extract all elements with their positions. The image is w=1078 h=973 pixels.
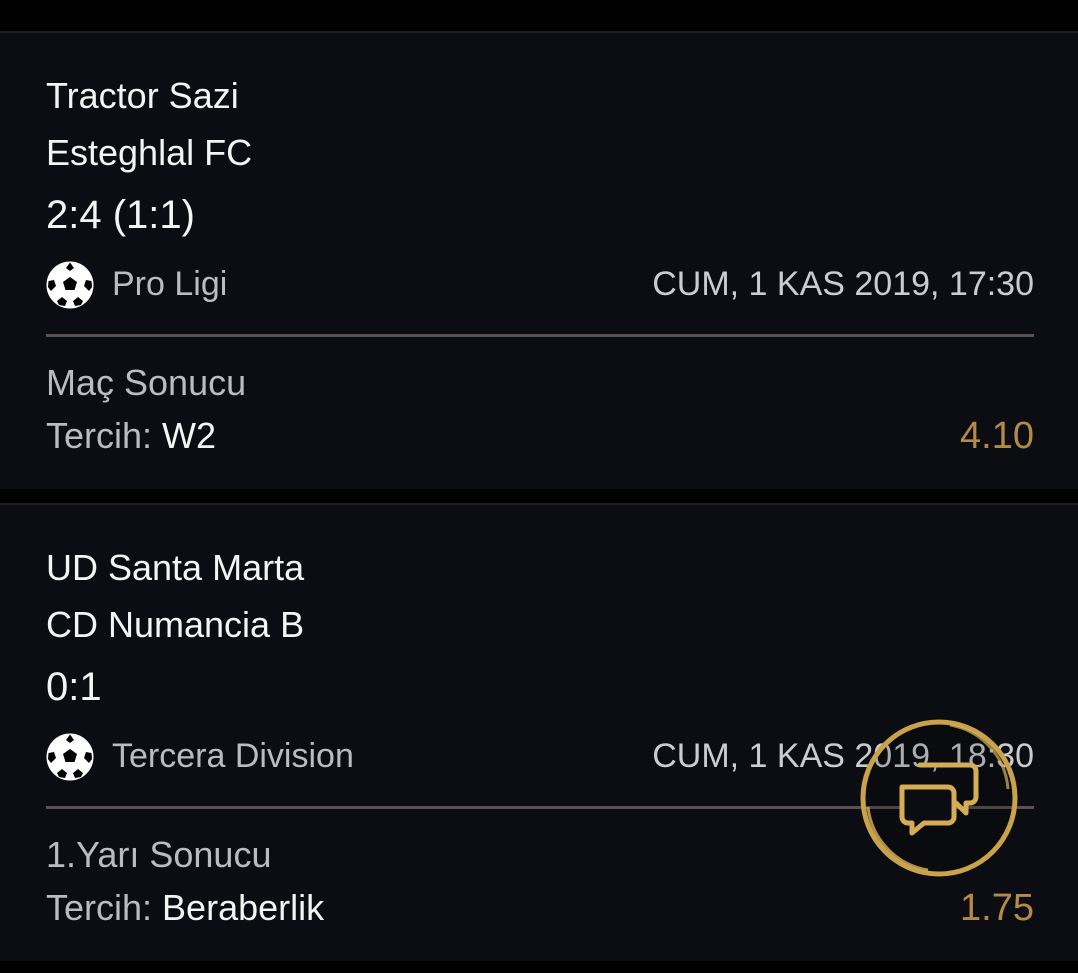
match-score: 2:4 (1:1) [46, 193, 195, 237]
market-name: 1.Yarı Sonucu [46, 834, 272, 875]
away-team: CD Numancia B [46, 604, 305, 645]
match-datetime: CUM, 1 KAS 2019, 17:30 [652, 265, 1034, 303]
soccer-ball-icon [46, 733, 94, 781]
chat-bubbles-icon [860, 719, 1018, 877]
away-team: Esteghlal FC [46, 132, 253, 173]
match-card[interactable]: Tractor Sazi Esteghlal FC 2:4 (1:1) Pro … [0, 31, 1078, 489]
pick-value: W2 [162, 415, 217, 456]
match-meta: Pro Ligi CUM, 1 KAS 2019, 17:30 [46, 259, 1034, 309]
pick-label: Tercih: [46, 887, 153, 928]
pick-label: Tercih: [46, 415, 153, 456]
league-name: Pro Ligi [112, 265, 228, 303]
home-team: Tractor Sazi [46, 75, 239, 116]
soccer-ball-icon [46, 261, 94, 309]
bet-history-screen: Tractor Sazi Esteghlal FC 2:4 (1:1) Pro … [0, 0, 1078, 973]
pick-row: Tercih: Beraberlik [46, 890, 324, 926]
chat-button[interactable] [858, 717, 1020, 879]
pick-value: Beraberlik [162, 887, 325, 928]
odds-value: 1.75 [960, 887, 1034, 929]
match-score: 0:1 [46, 665, 102, 709]
odds-value: 4.10 [960, 415, 1034, 457]
pick-row: Tercih: W2 [46, 418, 216, 454]
league-name: Tercera Division [112, 737, 354, 775]
divider [46, 334, 1034, 337]
market-name: Maç Sonucu [46, 362, 247, 403]
home-team: UD Santa Marta [46, 547, 305, 588]
